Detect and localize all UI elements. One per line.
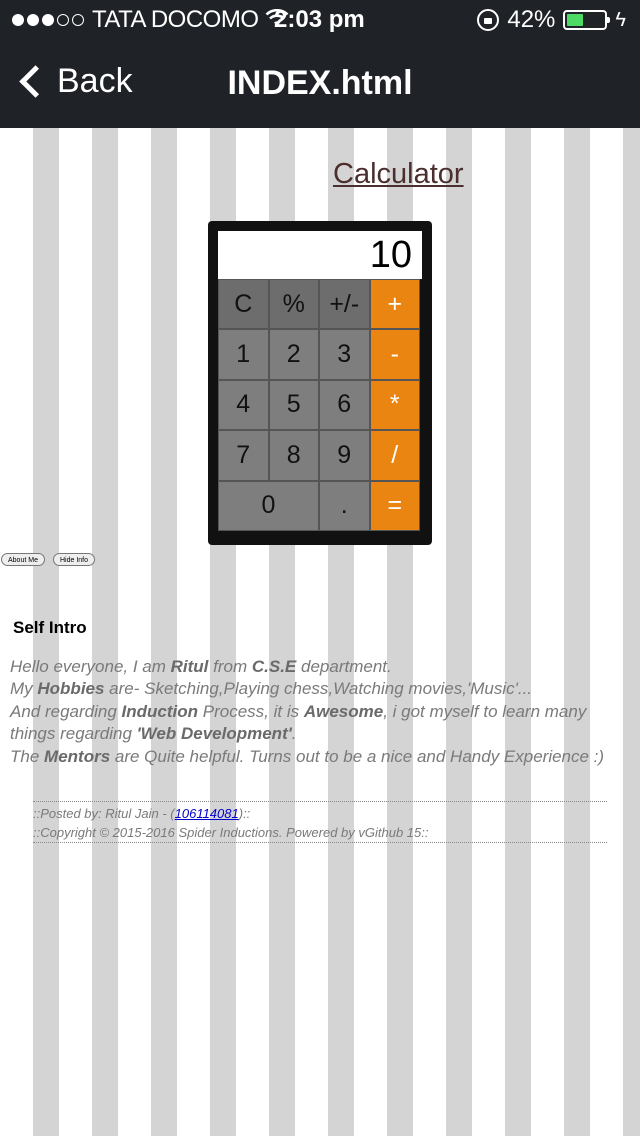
calc-key[interactable]: 4 — [218, 379, 269, 431]
calc-key[interactable]: % — [268, 279, 319, 330]
signal-dot — [27, 14, 39, 26]
calc-key[interactable]: C — [218, 279, 269, 330]
calc-key[interactable]: - — [369, 329, 420, 380]
calc-key[interactable]: 9 — [319, 430, 370, 481]
navigation-bar: Back INDEX.html — [0, 40, 640, 128]
calc-key[interactable]: 1 — [218, 329, 269, 380]
top-bar: TATA DOCOMO 2:03 pm 42% ϟ Back INDEX.htm… — [0, 0, 640, 128]
battery-percentage: 42% — [507, 6, 556, 33]
calculator-keypad: C% +/- +1 2 3- 4 5 6 * 7 8 9/ 0. = — [218, 279, 420, 531]
intro-line-2: My Hobbies are- Sketching,Playing chess,… — [10, 679, 533, 699]
calc-key[interactable]: 0 — [218, 480, 319, 531]
intro-line-1: Hello everyone, I am Ritul from C.S.E de… — [10, 657, 392, 676]
status-bar: TATA DOCOMO 2:03 pm 42% ϟ — [0, 0, 640, 40]
rotation-lock-icon — [477, 9, 500, 31]
carrier-name: TATA DOCOMO — [92, 6, 259, 33]
calc-key[interactable]: 7 — [218, 430, 269, 481]
charging-bolt-icon: ϟ — [615, 8, 626, 31]
signal-strength-icon — [12, 14, 84, 26]
calc-key[interactable]: * — [369, 379, 420, 431]
calc-key[interactable]: 6 — [319, 379, 370, 431]
battery-level — [567, 14, 583, 26]
signal-dot — [12, 14, 24, 26]
battery-icon — [563, 10, 611, 30]
calc-key[interactable]: / — [369, 430, 420, 481]
page-title: INDEX.html — [227, 64, 413, 102]
self-intro-heading: Self Intro — [13, 618, 87, 637]
clock: 2:03 pm — [274, 6, 365, 33]
copyright: ::Copyright © 2015-2016 Spider Induction… — [33, 825, 429, 840]
calc-key[interactable]: 3 — [319, 329, 370, 380]
intro-line-3: And regarding Induction Process, it is A… — [10, 701, 587, 744]
calculator-link[interactable]: Calculator — [333, 158, 464, 191]
signal-dot — [72, 14, 84, 26]
calc-key[interactable]: 2 — [268, 329, 319, 380]
about-me-button[interactable]: About Me — [1, 553, 45, 566]
calc-key[interactable]: = — [369, 480, 420, 531]
calculator: 10 C% +/- +1 2 3- 4 5 6 * 7 8 9/ 0. = — [208, 221, 432, 545]
self-intro-text: Hello everyone, I am Ritul from C.S.E de… — [10, 656, 635, 768]
calc-key[interactable]: 8 — [268, 430, 319, 481]
roll-number-link[interactable]: 106114081 — [175, 806, 239, 821]
hide-info-button[interactable]: Hide Info — [53, 553, 96, 566]
calc-key[interactable]: 5 — [268, 379, 319, 431]
posted-by: ::Posted by: Ritul Jain - (106114081):: — [33, 806, 251, 821]
intro-line-4: The Mentors are Quite helpful. Turns out… — [10, 746, 605, 766]
calc-key[interactable]: +/- — [319, 279, 370, 330]
calc-key[interactable]: + — [369, 279, 420, 330]
calc-key[interactable]: . — [319, 480, 370, 531]
footer: ::Posted by: Ritul Jain - (106114081):: … — [33, 801, 607, 843]
calculator-display: 10 — [218, 231, 422, 279]
signal-dot — [42, 14, 54, 26]
signal-dot — [57, 14, 69, 26]
